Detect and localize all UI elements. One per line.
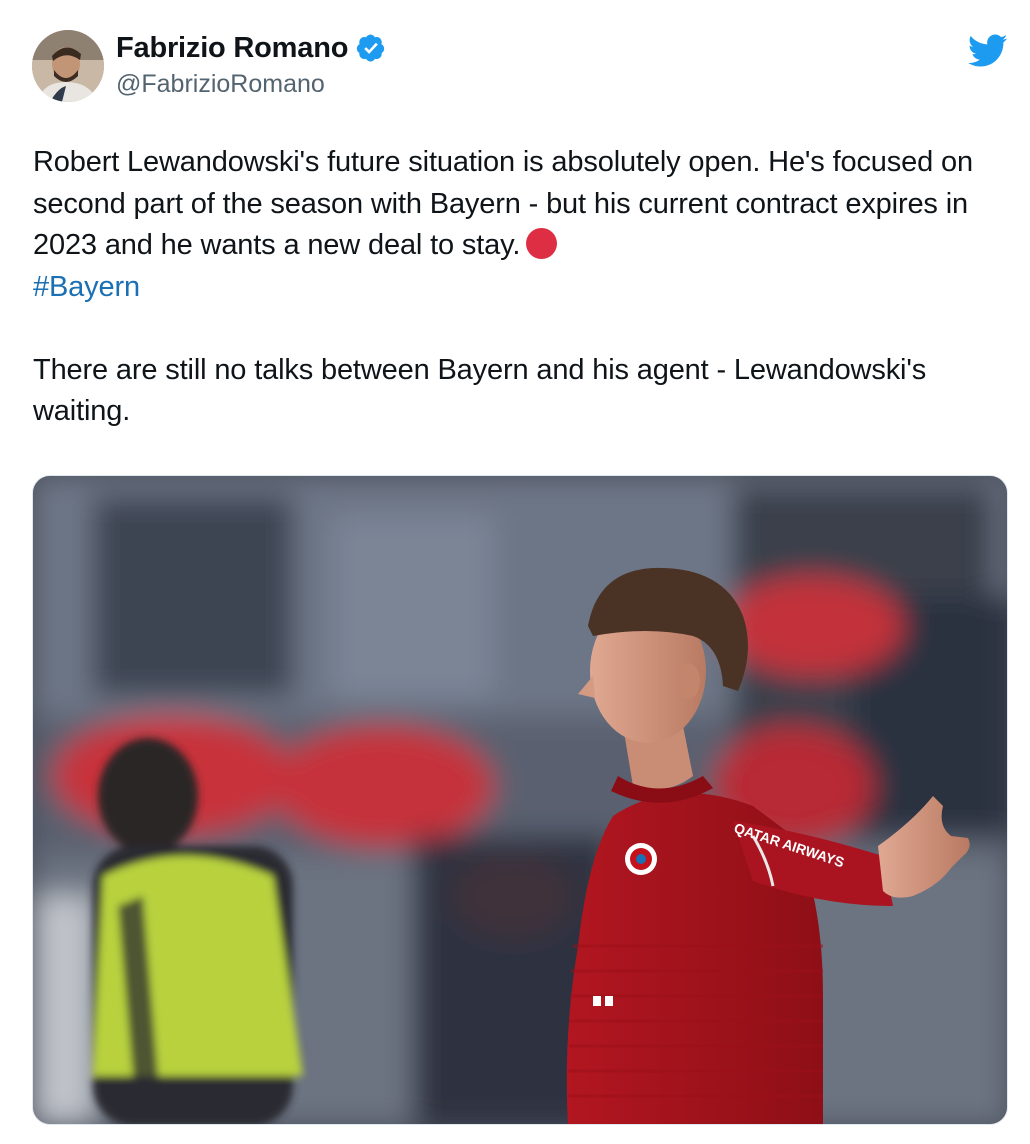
tweet-paragraph-1: Robert Lewandowski's future situation is… [33,142,993,308]
author-avatar[interactable] [32,30,104,102]
tweet-paragraph-1-text: Robert Lewandowski's future situation is… [33,146,973,261]
tweet-text: Robert Lewandowski's future situation is… [33,142,993,433]
author-handle[interactable]: @FabrizioRomano [116,70,325,99]
author-name-row: Fabrizio Romano [116,30,386,66]
red-circle-emoji-icon [526,228,558,259]
tweet-media-photo[interactable]: QATAR AIRWAYS [32,475,1008,1125]
tweet-card: Fabrizio Romano @FabrizioRomano Robert L… [0,0,1030,1144]
photo-illustration: QATAR AIRWAYS [33,476,1007,1124]
avatar-photo [32,30,104,102]
tweet-paragraph-2: There are still no talks between Bayern … [33,353,927,428]
twitter-bird-icon[interactable] [967,34,1008,68]
hashtag-link[interactable]: #Bayern [33,271,140,303]
author-display-name[interactable]: Fabrizio Romano [116,32,348,65]
verified-badge-icon [356,33,386,63]
